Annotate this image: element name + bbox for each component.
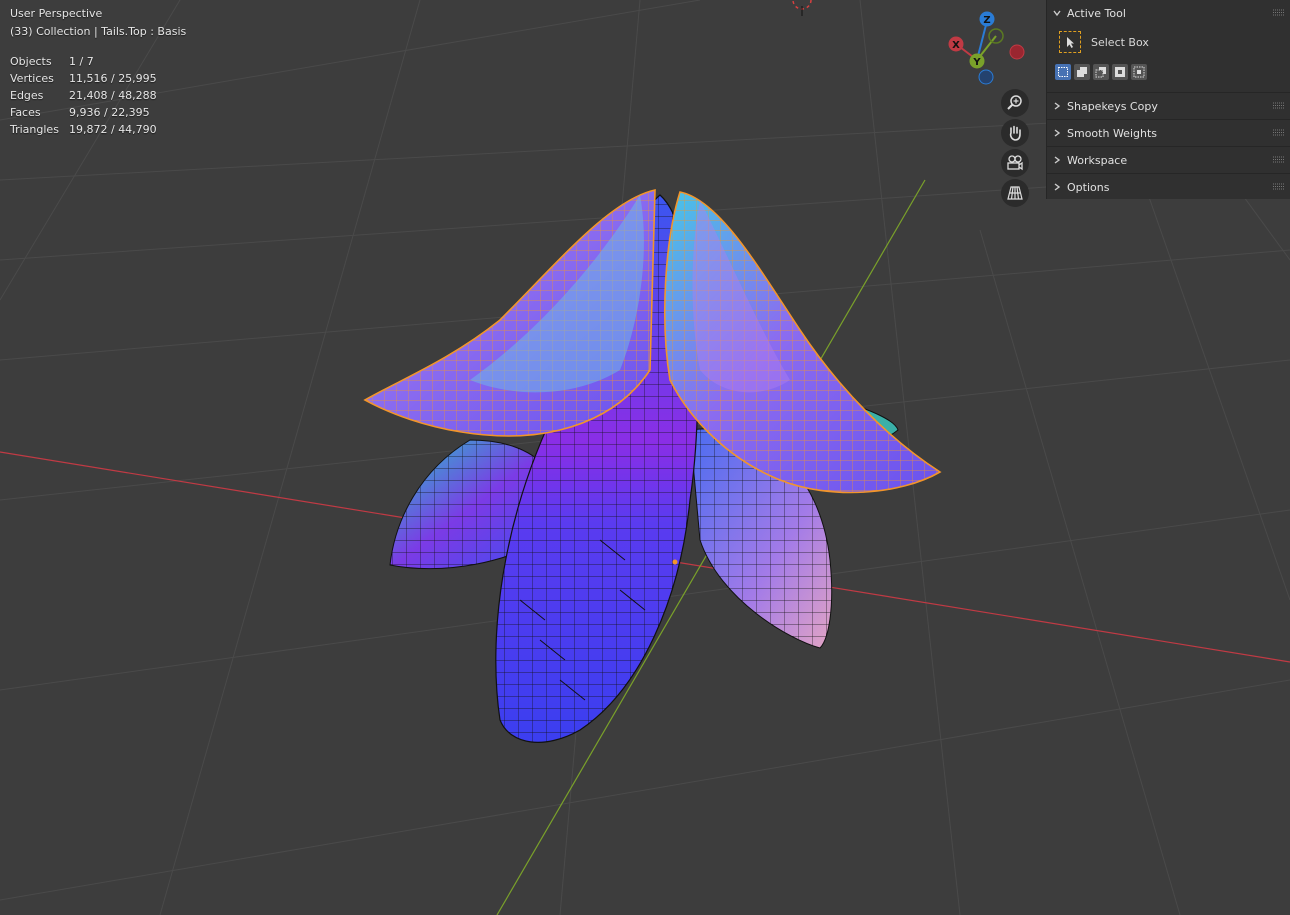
invert-mode-icon <box>1115 67 1125 77</box>
stat-value: 1 / 7 <box>69 55 94 68</box>
zoom-icon <box>1007 95 1022 110</box>
stat-value: 11,516 / 25,995 <box>69 72 157 85</box>
active-tool-title: Active Tool <box>1067 6 1126 20</box>
mode-extend-button[interactable] <box>1074 64 1090 80</box>
section-shapekeys-copy[interactable]: Shapekeys Copy <box>1047 93 1290 119</box>
mode-new-selection-button[interactable] <box>1055 64 1071 80</box>
collection-label: (33) Collection | Tails.Top : Basis <box>10 25 187 38</box>
stat-label: Vertices <box>10 72 54 85</box>
stat-value: 19,872 / 44,790 <box>69 123 157 136</box>
stat-label: Faces <box>10 106 41 119</box>
selection-mode-buttons <box>1055 64 1150 80</box>
camera-icon <box>1007 155 1023 171</box>
chevron-right-icon <box>1047 101 1067 111</box>
select-box-label: Select Box <box>1091 35 1149 49</box>
gizmo-y[interactable]: Y <box>969 53 985 69</box>
subtract-mode-icon <box>1095 67 1106 78</box>
stat-label: Edges <box>10 89 44 102</box>
section-options[interactable]: Options <box>1047 174 1290 200</box>
mode-intersect-button[interactable] <box>1131 64 1147 80</box>
chevron-right-icon <box>1047 128 1067 138</box>
intersect-mode-icon <box>1133 66 1145 78</box>
drag-grip-icon[interactable] <box>1273 156 1285 163</box>
stat-row-objects: Objects 1 / 7 <box>10 53 157 70</box>
gizmo-x[interactable]: X <box>948 36 964 52</box>
section-label: Shapekeys Copy <box>1067 99 1158 113</box>
svg-text:Z: Z <box>983 15 990 26</box>
zoom-button[interactable] <box>1001 89 1029 117</box>
stat-row-vertices: Vertices 11,516 / 25,995 <box>10 70 157 87</box>
set-mode-icon <box>1058 67 1068 77</box>
camera-view-button[interactable] <box>1001 149 1029 177</box>
stat-row-triangles: Triangles 19,872 / 44,790 <box>10 121 157 138</box>
gizmo-neg-x[interactable] <box>1009 44 1025 60</box>
drag-grip-icon[interactable] <box>1273 9 1285 16</box>
navigation-gizmo[interactable]: Z X Y <box>946 9 1030 89</box>
view-name-label: User Perspective <box>10 7 103 20</box>
drag-grip-icon[interactable] <box>1273 129 1285 136</box>
stat-value: 9,936 / 22,395 <box>69 106 150 119</box>
section-label: Options <box>1067 180 1110 194</box>
origin-point <box>672 559 678 565</box>
grid-ortho-icon <box>1007 186 1023 200</box>
section-label: Smooth Weights <box>1067 126 1157 140</box>
drag-grip-icon[interactable] <box>1273 183 1285 190</box>
section-label: Workspace <box>1067 153 1128 167</box>
ortho-toggle-button[interactable] <box>1001 179 1029 207</box>
sidebar-panel: Active Tool Select Box Shapekeys Copy Sm… <box>1046 0 1290 199</box>
section-smooth-weights[interactable]: Smooth Weights <box>1047 120 1290 146</box>
mode-invert-button[interactable] <box>1112 64 1128 80</box>
select-box-tool[interactable]: Select Box <box>1059 31 1149 53</box>
drag-grip-icon[interactable] <box>1273 102 1285 109</box>
chevron-right-icon <box>1047 182 1067 192</box>
chevron-down-icon <box>1047 8 1067 18</box>
stat-label: Triangles <box>10 123 59 136</box>
3d-viewport[interactable]: User Perspective (33) Collection | Tails… <box>0 0 1290 915</box>
stat-value: 21,408 / 48,288 <box>69 89 157 102</box>
stat-label: Objects <box>10 55 52 68</box>
gizmo-neg-z[interactable] <box>978 69 994 85</box>
select-box-icon <box>1059 31 1081 53</box>
svg-text:X: X <box>952 40 960 51</box>
chevron-right-icon <box>1047 155 1067 165</box>
svg-text:Y: Y <box>972 57 981 68</box>
active-tool-header[interactable]: Active Tool <box>1047 0 1290 26</box>
pan-button[interactable] <box>1001 119 1029 147</box>
section-workspace[interactable]: Workspace <box>1047 147 1290 173</box>
stat-row-edges: Edges 21,408 / 48,288 <box>10 87 157 104</box>
extend-mode-icon <box>1077 67 1087 77</box>
statistics-overlay: Objects 1 / 7 Vertices 11,516 / 25,995 E… <box>10 53 157 138</box>
hand-pan-icon <box>1009 125 1021 141</box>
gizmo-z[interactable]: Z <box>979 11 995 27</box>
mode-subtract-button[interactable] <box>1093 64 1109 80</box>
stat-row-faces: Faces 9,936 / 22,395 <box>10 104 157 121</box>
